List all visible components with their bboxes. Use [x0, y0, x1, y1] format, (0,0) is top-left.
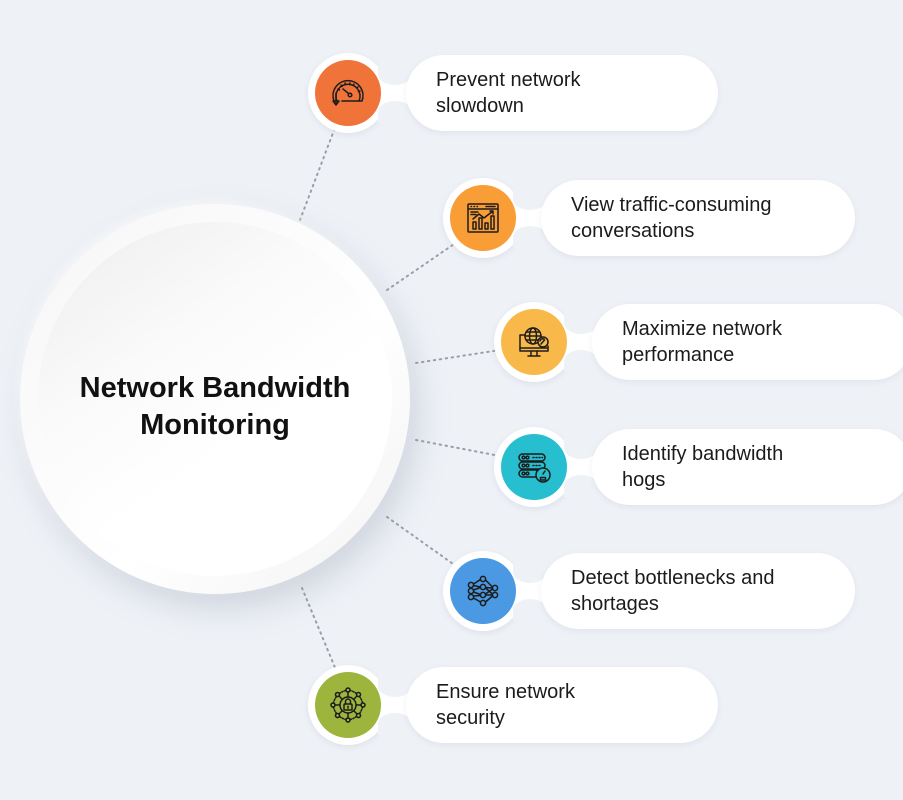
- feature-label-line-2: slowdown: [436, 95, 524, 117]
- feature-label-line-2: hogs: [622, 469, 666, 491]
- feature-label-line-1: Identify bandwidth: [622, 443, 784, 465]
- label-pill: Detect bottlenecks and shortages: [541, 553, 855, 629]
- feature-label: Detect bottlenecks and shortages: [571, 565, 774, 617]
- icon-disc: [450, 185, 516, 251]
- feature-label-line-2: performance: [622, 344, 735, 366]
- feature-label-line-1: View traffic-consuming: [571, 194, 772, 216]
- connector-4: [415, 439, 501, 457]
- connector-6: [301, 587, 337, 671]
- server-gauge-icon: [518, 453, 551, 483]
- icon-disc: [501, 434, 567, 500]
- icon-disc: [315, 672, 381, 738]
- label-pill: Identify bandwidth hogs: [592, 429, 903, 505]
- feature-label: Prevent network slowdown: [436, 67, 581, 119]
- label-pill: View traffic-consuming conversations: [541, 180, 855, 256]
- feature-label: Identify bandwidth hogs: [622, 441, 783, 493]
- central-hub-inner: Network Bandwidth Monitoring: [38, 222, 392, 576]
- icon-disc: [501, 309, 567, 375]
- feature-label-line-1: Ensure network: [436, 681, 575, 703]
- connector-3: [415, 349, 501, 364]
- label-pill: Maximize network performance: [592, 304, 903, 380]
- neural-network-icon: [467, 575, 499, 607]
- monitor-globe-gauge-icon: [519, 327, 549, 357]
- label-pill: Ensure network security: [406, 667, 718, 743]
- feature-label-line-2: security: [436, 707, 505, 729]
- central-hub-circle: Network Bandwidth Monitoring: [20, 204, 410, 594]
- feature-label: Maximize network performance: [622, 316, 782, 368]
- network-lock-icon: [330, 687, 366, 723]
- connector-5: [386, 516, 457, 567]
- feature-label-line-1: Detect bottlenecks and: [571, 567, 775, 589]
- feature-label: Ensure network security: [436, 679, 575, 731]
- feature-label: View traffic-consuming conversations: [571, 192, 771, 244]
- browser-chart-icon: [467, 203, 499, 233]
- icon-disc: [315, 60, 381, 126]
- connector-2: [386, 239, 461, 291]
- feature-label-line-1: Prevent network: [436, 69, 581, 91]
- feature-label-line-2: conversations: [571, 220, 695, 242]
- connector-1: [299, 124, 337, 221]
- feature-label-line-1: Maximize network: [622, 318, 783, 340]
- label-pill: Prevent network slowdown: [406, 55, 718, 131]
- icon-disc: [450, 558, 516, 624]
- feature-label-line-2: shortages: [571, 593, 659, 615]
- speedometer-down-icon: [332, 79, 364, 106]
- hub-title-line-2: Monitoring: [140, 409, 290, 441]
- hub-title-line-1: Network Bandwidth: [79, 372, 351, 404]
- hub-title: Network Bandwidth Monitoring: [80, 370, 351, 444]
